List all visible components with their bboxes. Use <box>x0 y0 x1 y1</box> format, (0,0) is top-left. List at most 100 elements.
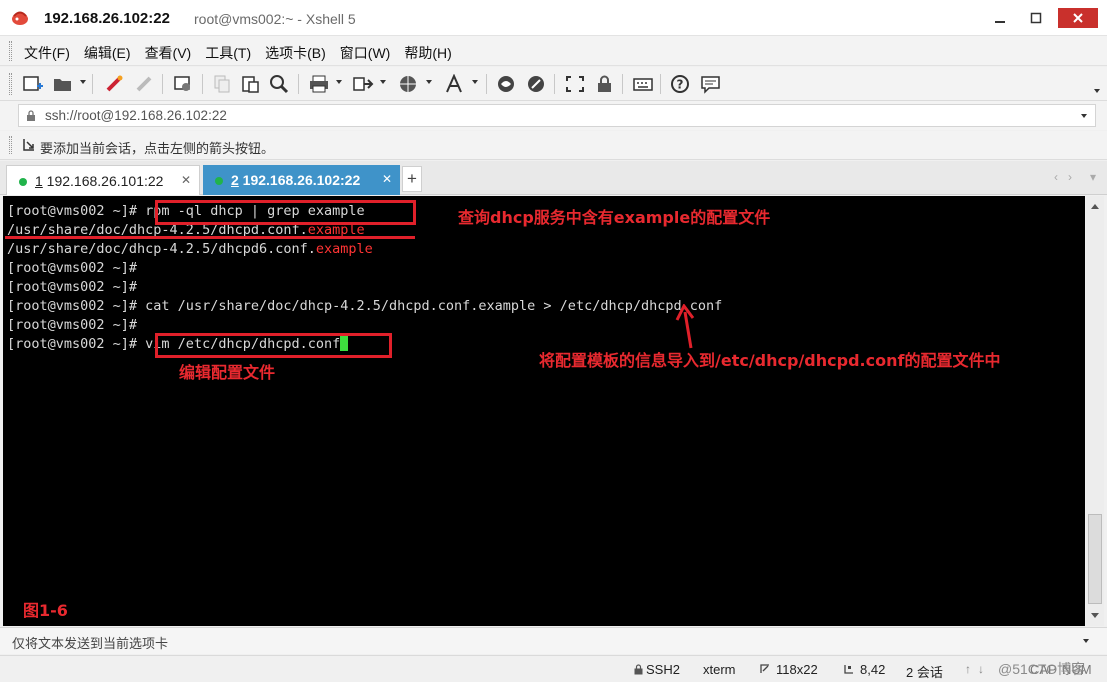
menu-window[interactable]: 窗口(W) <box>340 43 391 63</box>
menu-tab[interactable]: 选项卡(B) <box>265 43 326 63</box>
toolbar-separator <box>660 74 661 94</box>
scroll-thumb[interactable] <box>1088 514 1102 604</box>
print-icon[interactable] <box>308 74 330 94</box>
infobar-grip <box>9 136 12 154</box>
menu-file[interactable]: 文件(F) <box>24 43 70 63</box>
fullscreen-icon[interactable] <box>564 74 586 94</box>
globe-icon[interactable] <box>398 74 420 94</box>
font-icon[interactable] <box>444 74 466 94</box>
status-size: 118x22 <box>776 662 818 677</box>
scroll-up-icon[interactable] <box>1091 204 1099 209</box>
print-dropdown[interactable] <box>336 80 342 84</box>
add-tab-button[interactable]: + <box>402 166 422 192</box>
paste-icon[interactable] <box>240 74 262 94</box>
menu-bar: 文件(F) 编辑(E) 查看(V) 工具(T) 选项卡(B) 窗口(W) 帮助(… <box>0 36 1107 66</box>
annotation-box-query-command <box>155 200 416 225</box>
status-bar: SSH2 xterm 118x22 8,42 2 会话 ↑ ↓ CAP NUM … <box>0 655 1107 682</box>
address-url: ssh://root@192.168.26.102:22 <box>45 108 227 123</box>
tab-label: 2 192.168.26.102:22 <box>231 172 361 188</box>
window-title-app: root@vms002:~ - Xshell 5 <box>194 11 356 27</box>
terminal-line: [root@vms002 ~]# <box>7 260 138 276</box>
session-status-icon <box>215 177 223 185</box>
new-session-icon[interactable] <box>22 74 44 94</box>
xshell-logo-icon <box>12 11 28 25</box>
keyboard-icon[interactable] <box>632 74 654 94</box>
chevron-right-icon[interactable]: › <box>1068 170 1072 184</box>
terminal-line: [root@vms002 ~]# <box>7 279 138 295</box>
lock-icon <box>27 110 35 121</box>
compose-bar[interactable]: 仅将文本发送到当前选项卡 <box>0 627 1107 654</box>
status-protocol: SSH2 <box>646 662 680 677</box>
toolbar-separator <box>92 74 93 94</box>
globe-dropdown[interactable] <box>426 80 432 84</box>
toolbar-separator <box>162 74 163 94</box>
toolbar-grip <box>9 73 12 95</box>
close-button[interactable] <box>1058 8 1098 28</box>
chevron-down-icon[interactable] <box>1083 639 1089 643</box>
help-icon[interactable]: ? <box>670 74 692 94</box>
menu-view[interactable]: 查看(V) <box>145 43 192 63</box>
close-icon <box>1073 13 1083 23</box>
properties-icon[interactable] <box>172 74 194 94</box>
tab-session-2[interactable]: 2 192.168.26.102:22 ✕ <box>203 165 400 195</box>
toolbar-separator <box>486 74 487 94</box>
terminal-scrollbar[interactable] <box>1086 196 1104 626</box>
open-folder-icon[interactable] <box>52 74 74 94</box>
lock-icon[interactable] <box>594 74 616 94</box>
add-session-arrow-icon[interactable] <box>22 138 36 152</box>
close-icon[interactable]: ✕ <box>181 173 191 187</box>
copy-icon[interactable] <box>212 74 234 94</box>
minimize-button[interactable] <box>985 8 1015 28</box>
status-cursor-position: 8,42 <box>860 662 886 677</box>
chevron-left-icon[interactable]: ‹ <box>1054 170 1058 184</box>
menu-grip <box>9 41 12 61</box>
annotation-query: 查询dhcp服务中含有example的配置文件 <box>458 208 771 227</box>
connect-icon[interactable] <box>104 74 126 94</box>
toolbar-separator <box>554 74 555 94</box>
terminal[interactable]: [root@vms002 ~]# rpm -ql dhcp | grep exa… <box>3 196 1085 626</box>
scroll-up-icon[interactable]: ↑ <box>965 662 971 676</box>
font-dropdown[interactable] <box>472 80 478 84</box>
find-icon[interactable] <box>268 74 290 94</box>
disconnect-icon[interactable] <box>134 74 156 94</box>
xftp-icon[interactable] <box>496 74 518 94</box>
status-terminal-type: xterm <box>703 662 736 677</box>
open-dropdown[interactable] <box>80 80 86 84</box>
transfer-icon[interactable] <box>352 74 374 94</box>
annotation-edit: 编辑配置文件 <box>179 363 276 382</box>
svg-text:?: ? <box>677 78 684 92</box>
close-icon[interactable]: ✕ <box>382 172 392 186</box>
address-bar: ssh://root@192.168.26.102:22 <box>0 101 1107 130</box>
menu-edit[interactable]: 编辑(E) <box>84 43 131 63</box>
watermark: @51CTO博客 <box>998 661 1086 677</box>
scroll-down-icon[interactable] <box>1091 613 1099 618</box>
maximize-button[interactable] <box>1021 8 1051 28</box>
info-bar-text: 要添加当前会话，点击左侧的箭头按钮。 <box>40 141 275 156</box>
minimize-icon <box>995 21 1005 23</box>
toolbar-separator <box>202 74 203 94</box>
menu-tools[interactable]: 工具(T) <box>205 43 251 63</box>
chevron-down-icon[interactable] <box>1081 114 1087 118</box>
chat-icon[interactable] <box>700 74 722 94</box>
tab-session-1[interactable]: 1 192.168.26.101:22 ✕ <box>6 165 200 195</box>
compose-placeholder: 仅将文本发送到当前选项卡 <box>12 636 169 651</box>
toolbar-separator <box>622 74 623 94</box>
tab-bar: 1 192.168.26.101:22 ✕ 2 192.168.26.102:2… <box>0 161 1107 195</box>
xmanager-icon[interactable] <box>526 74 548 94</box>
scroll-down-icon[interactable]: ↓ <box>978 662 984 676</box>
menu-help[interactable]: 帮助(H) <box>404 43 451 63</box>
tab-label: 1 192.168.26.101:22 <box>35 173 164 189</box>
tab-list-icon[interactable]: ▾ <box>1090 170 1096 184</box>
address-field[interactable]: ssh://root@192.168.26.102:22 <box>18 104 1096 127</box>
terminal-line: [root@vms002 ~]# <box>7 317 138 333</box>
annotation-box-vim-command <box>155 333 392 358</box>
annotation-arrow-icon <box>675 304 695 349</box>
annotation-import: 将配置模板的信息导入到/etc/dhcp/dhcpd.conf的配置文件中 <box>539 351 1001 370</box>
terminal-line: /usr/share/doc/dhcp-4.2.5/dhcpd6.conf.ex… <box>7 241 373 257</box>
resize-icon <box>760 664 769 673</box>
transfer-dropdown[interactable] <box>380 80 386 84</box>
cursor-position-icon <box>844 665 853 674</box>
status-sessions: 2 会话 <box>906 665 943 680</box>
toolbar-overflow-dropdown[interactable] <box>1094 89 1100 93</box>
annotation-underline <box>5 236 415 239</box>
